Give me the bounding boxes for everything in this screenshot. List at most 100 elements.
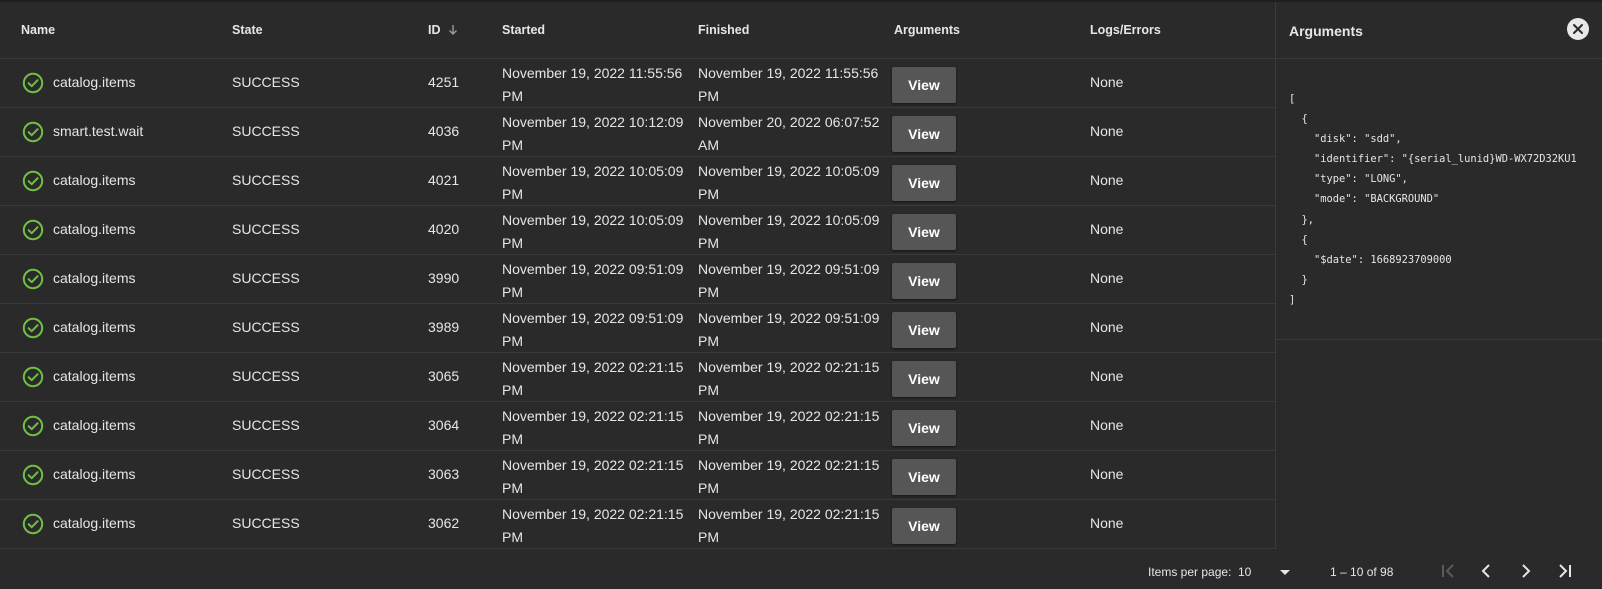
job-id: 3990	[428, 270, 460, 286]
job-started: November 19, 2022 02:21:15 PM	[502, 506, 684, 545]
table-row[interactable]: catalog.items SUCCESS 4251 November 19, 202…	[0, 59, 1275, 108]
job-started: November 19, 2022 11:55:56 PM	[502, 65, 683, 104]
job-logs: None	[1090, 417, 1124, 433]
job-started: November 19, 2022 02:21:15 PM	[502, 408, 684, 447]
check-circle-icon	[22, 317, 44, 339]
column-header-finished[interactable]: Finished	[698, 23, 749, 37]
job-id: 3064	[428, 417, 460, 433]
job-name: catalog.items	[53, 368, 136, 384]
job-id: 3063	[428, 466, 460, 482]
view-arguments-button[interactable]: View	[892, 67, 956, 103]
check-circle-icon	[22, 170, 44, 192]
table-row[interactable]: catalog.items SUCCESS 3062 November 19, 202…	[0, 500, 1275, 549]
view-arguments-button[interactable]: View	[892, 508, 956, 544]
job-name: catalog.items	[53, 74, 136, 90]
column-header-arguments[interactable]: Arguments	[894, 23, 960, 37]
job-name: catalog.items	[53, 221, 136, 237]
job-logs: None	[1090, 221, 1124, 237]
view-arguments-button[interactable]: View	[892, 214, 956, 250]
job-name: catalog.items	[53, 417, 136, 433]
check-circle-icon	[22, 513, 44, 535]
job-logs: None	[1090, 319, 1124, 335]
job-finished: November 20, 2022 06:07:52 AM	[698, 114, 880, 153]
arguments-panel: Arguments [ { "disk": "sdd", "identifier…	[1275, 2, 1602, 549]
job-started: November 19, 2022 10:12:09 PM	[502, 114, 684, 153]
job-finished: November 19, 2022 11:55:56 PM	[698, 65, 879, 104]
job-id: 4036	[428, 123, 460, 139]
job-name: catalog.items	[53, 466, 136, 482]
view-arguments-button[interactable]: View	[892, 263, 956, 299]
job-finished: November 19, 2022 10:05:09 PM	[698, 163, 880, 202]
table-row[interactable]: catalog.items SUCCESS 4021 November 19, 202…	[0, 157, 1275, 206]
jobs-table: Name State ID Started Finished Arguments…	[0, 2, 1275, 549]
job-state: SUCCESS	[232, 417, 300, 433]
table-row[interactable]: smart.test.wait SUCCESS 4036 November 19, 2…	[0, 108, 1275, 157]
job-state: SUCCESS	[232, 319, 300, 335]
job-logs: None	[1090, 172, 1124, 188]
caret-down-icon[interactable]	[1280, 570, 1290, 575]
table-row[interactable]: catalog.items SUCCESS 3063 November 19, 202…	[0, 451, 1275, 500]
job-id: 3065	[428, 368, 460, 384]
chevron-right-icon	[1522, 564, 1531, 578]
table-row[interactable]: catalog.items SUCCESS 3989 November 19, 202…	[0, 304, 1275, 353]
job-name: catalog.items	[53, 319, 136, 335]
view-arguments-button[interactable]: View	[892, 165, 956, 201]
check-circle-icon	[22, 72, 44, 94]
job-finished: November 19, 2022 02:21:15 PM	[698, 457, 880, 496]
column-header-logs[interactable]: Logs/Errors	[1090, 23, 1161, 37]
panel-title: Arguments	[1289, 23, 1363, 39]
view-arguments-button[interactable]: View	[892, 312, 956, 348]
job-logs: None	[1090, 123, 1124, 139]
job-started: November 19, 2022 02:21:15 PM	[502, 457, 684, 496]
last-page-button[interactable]	[1551, 557, 1579, 585]
job-started: November 19, 2022 09:51:09 PM	[502, 310, 684, 349]
job-logs: None	[1090, 270, 1124, 286]
job-state: SUCCESS	[232, 515, 300, 531]
close-button[interactable]	[1567, 18, 1589, 40]
table-row[interactable]: catalog.items SUCCESS 3064 November 19, 202…	[0, 402, 1275, 451]
job-started: November 19, 2022 10:05:09 PM	[502, 212, 684, 251]
arguments-viewer: [ { "disk": "sdd", "identifier": "{seria…	[1276, 59, 1602, 340]
table-row[interactable]: catalog.items SUCCESS 3990 November 19, 202…	[0, 255, 1275, 304]
job-finished: November 19, 2022 02:21:15 PM	[698, 359, 880, 398]
job-finished: November 19, 2022 10:05:09 PM	[698, 212, 880, 251]
first-page-button[interactable]	[1434, 557, 1462, 585]
job-id: 4251	[428, 74, 460, 90]
check-circle-icon	[22, 219, 44, 241]
job-started: November 19, 2022 02:21:15 PM	[502, 359, 684, 398]
job-name: catalog.items	[53, 172, 136, 188]
next-page-button[interactable]	[1512, 557, 1540, 585]
job-finished: November 19, 2022 09:51:09 PM	[698, 310, 880, 349]
page-range: 1 – 10 of 98	[1330, 565, 1394, 579]
column-header-state[interactable]: State	[232, 23, 263, 37]
job-name: smart.test.wait	[53, 123, 144, 139]
job-logs: None	[1090, 515, 1124, 531]
previous-page-button[interactable]	[1472, 557, 1500, 585]
column-header-id[interactable]: ID	[428, 23, 458, 37]
job-state: SUCCESS	[232, 172, 300, 188]
job-logs: None	[1090, 368, 1124, 384]
job-name: catalog.items	[53, 515, 136, 531]
view-arguments-button[interactable]: View	[892, 459, 956, 495]
page-size-select[interactable]: 10	[1238, 565, 1251, 579]
job-state: SUCCESS	[232, 368, 300, 384]
column-header-started[interactable]: Started	[502, 23, 545, 37]
view-arguments-button[interactable]: View	[892, 410, 956, 446]
chevron-left-icon	[1481, 564, 1490, 578]
job-state: SUCCESS	[232, 270, 300, 286]
column-header-name[interactable]: Name	[21, 23, 55, 37]
job-id: 4020	[428, 221, 460, 237]
job-finished: November 19, 2022 09:51:09 PM	[698, 261, 880, 300]
job-started: November 19, 2022 09:51:09 PM	[502, 261, 684, 300]
view-arguments-button[interactable]: View	[892, 116, 956, 152]
arrow-down-icon	[448, 24, 457, 35]
check-circle-icon	[22, 121, 44, 143]
table-row[interactable]: catalog.items SUCCESS 4020 November 19, 202…	[0, 206, 1275, 255]
job-id: 3062	[428, 515, 460, 531]
close-icon	[1573, 24, 1583, 34]
view-arguments-button[interactable]: View	[892, 361, 956, 397]
table-row[interactable]: catalog.items SUCCESS 3065 November 19, 202…	[0, 353, 1275, 402]
job-name: catalog.items	[53, 270, 136, 286]
job-started: November 19, 2022 10:05:09 PM	[502, 163, 684, 202]
job-logs: None	[1090, 74, 1124, 90]
